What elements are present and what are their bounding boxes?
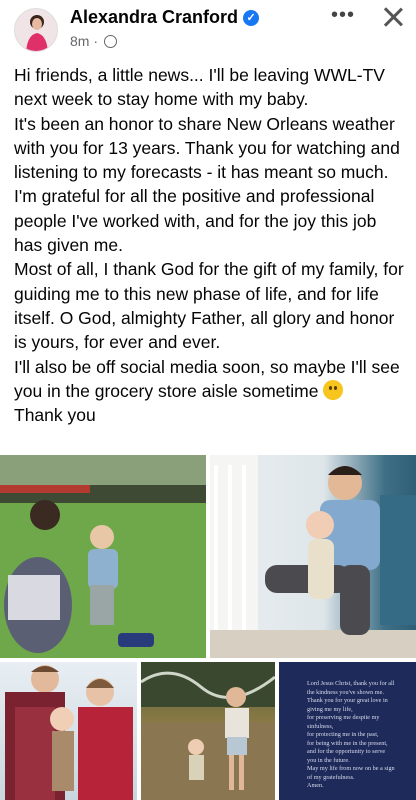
- prayer-text: Lord Jesus Christ, thank you for all the…: [307, 680, 411, 791]
- post-line: I'm grateful for all the positive and pr…: [14, 186, 377, 256]
- photo-family-park-scene: [0, 455, 206, 658]
- post-line: Hi friends, a little news... I'll be lea…: [14, 65, 385, 110]
- prayer-line: for being with me in the present,: [307, 739, 388, 747]
- prayer-line: of my gratefulness.: [307, 773, 355, 781]
- post-line: Most of all, I thank God for the gift of…: [14, 259, 404, 353]
- post-text: Hi friends, a little news... I'll be lea…: [14, 63, 406, 427]
- author-avatar[interactable]: [14, 8, 58, 52]
- photo-family-park[interactable]: [0, 455, 206, 658]
- prayer-line: May my life from now on be a sign: [307, 765, 395, 772]
- post-line: It's been an honor to share New Orleans …: [14, 113, 400, 183]
- post-line: Thank you: [14, 405, 96, 426]
- author-name[interactable]: Alexandra Cranford ✓: [70, 7, 260, 28]
- globe-icon: [103, 35, 117, 48]
- prayer-line: the kindness you've shown me.: [307, 688, 384, 696]
- photo-family-portrait[interactable]: [0, 662, 137, 800]
- more-options-icon[interactable]: •••: [330, 5, 356, 28]
- photo-prayer-card[interactable]: Lord Jesus Christ, thank you for all the…: [279, 662, 416, 800]
- verified-badge-icon: ✓: [243, 10, 260, 26]
- post-header: Alexandra Cranford ✓ 8m · •••: [0, 0, 416, 58]
- slightly-smiling-face-icon: [323, 379, 344, 400]
- photo-family-portrait-scene: [5, 665, 133, 800]
- photo-mom-baby-walk-scene: [141, 662, 275, 800]
- photo-dad-baby-scene: [210, 455, 416, 658]
- prayer-line: you in the future.: [307, 756, 350, 764]
- prayer-line: Lord Jesus Christ, thank you for all: [307, 680, 395, 687]
- prayer-line: for preserving me despite my: [307, 714, 380, 721]
- photo-dad-baby-steps[interactable]: [210, 455, 416, 658]
- prayer-line: Thank you for your great love in: [307, 697, 388, 704]
- prayer-line: giving me my life,: [307, 705, 353, 713]
- prayer-line: sinfulness,: [307, 722, 334, 730]
- post-meta: 8m ·: [70, 33, 117, 49]
- post-line: I'll also be off social media soon, so m…: [14, 355, 406, 404]
- author-name-text[interactable]: Alexandra Cranford: [70, 7, 238, 27]
- photo-mom-baby-walk[interactable]: [141, 662, 275, 800]
- avatar-image: [26, 15, 48, 51]
- prayer-line: for protecting me in the past,: [307, 731, 379, 738]
- post-time[interactable]: 8m: [70, 33, 89, 49]
- prayer-line: Amen.: [307, 782, 324, 789]
- close-icon[interactable]: [382, 6, 404, 28]
- prayer-line: and for the opportunity to serve: [307, 748, 386, 755]
